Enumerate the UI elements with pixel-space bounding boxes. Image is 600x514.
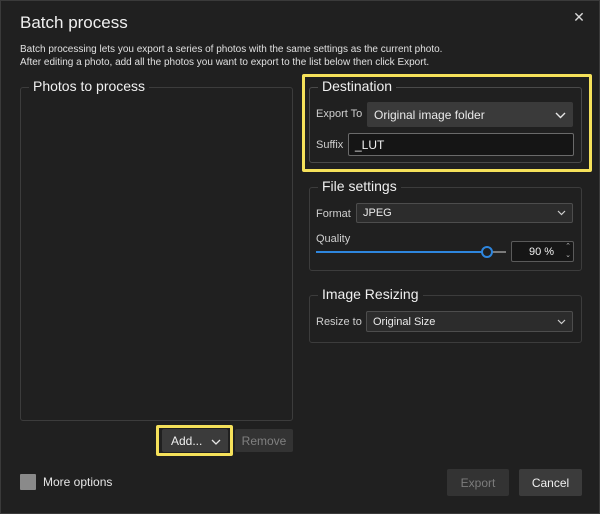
photos-group-title: Photos to process xyxy=(29,78,150,94)
quality-value: 90 % xyxy=(529,245,555,258)
destination-group-title: Destination xyxy=(318,78,397,94)
add-button[interactable]: Add... xyxy=(162,429,228,452)
export-button[interactable]: Export xyxy=(447,469,509,496)
description: Batch processing lets you export a serie… xyxy=(20,43,590,69)
quality-label: Quality xyxy=(316,233,351,245)
more-options-checkbox[interactable] xyxy=(20,474,36,490)
resize-to-value: Original Size xyxy=(373,315,436,328)
resize-to-label: Resize to xyxy=(316,316,362,328)
export-to-label: Export To xyxy=(316,108,363,120)
cancel-button[interactable]: Cancel xyxy=(519,469,582,496)
chevron-down-icon xyxy=(557,316,566,328)
quality-slider[interactable] xyxy=(316,245,506,259)
export-button-label: Export xyxy=(460,475,496,490)
suffix-value: _LUT xyxy=(355,137,385,152)
suffix-input[interactable]: _LUT xyxy=(348,133,574,156)
photos-list[interactable] xyxy=(21,96,292,420)
quality-input[interactable]: 90 % ⌃ ⌄ xyxy=(511,241,574,262)
spin-down-icon[interactable]: ⌄ xyxy=(565,252,571,260)
chevron-down-icon xyxy=(555,108,566,122)
close-icon[interactable]: ✕ xyxy=(571,9,587,25)
add-button-label: Add... xyxy=(171,433,203,448)
file-settings-group-title: File settings xyxy=(318,178,401,194)
resize-to-select[interactable]: Original Size xyxy=(366,311,573,332)
quality-slider-thumb[interactable] xyxy=(481,246,493,258)
spin-up-icon[interactable]: ⌃ xyxy=(565,243,571,251)
photos-group: Photos to process xyxy=(20,78,293,421)
chevron-down-icon xyxy=(211,434,221,448)
suffix-label: Suffix xyxy=(316,139,344,151)
description-line-1: Batch processing lets you export a serie… xyxy=(20,44,443,55)
export-to-select[interactable]: Original image folder xyxy=(367,102,573,127)
export-to-value: Original image folder xyxy=(374,107,485,122)
format-value: JPEG xyxy=(363,207,392,219)
quality-slider-fill xyxy=(316,251,481,253)
format-select[interactable]: JPEG xyxy=(356,203,573,223)
more-options-label[interactable]: More options xyxy=(43,475,112,489)
remove-button-label: Remove xyxy=(241,433,287,448)
chevron-down-icon xyxy=(557,207,566,219)
batch-process-dialog: Batch process ✕ Batch processing lets yo… xyxy=(0,0,600,514)
image-resizing-group-title: Image Resizing xyxy=(318,286,423,302)
description-line-2: After editing a photo, add all the photo… xyxy=(20,57,430,68)
dialog-title: Batch process xyxy=(20,13,128,32)
cancel-button-label: Cancel xyxy=(531,475,570,490)
format-label: Format xyxy=(316,208,351,220)
remove-button[interactable]: Remove xyxy=(235,429,293,452)
